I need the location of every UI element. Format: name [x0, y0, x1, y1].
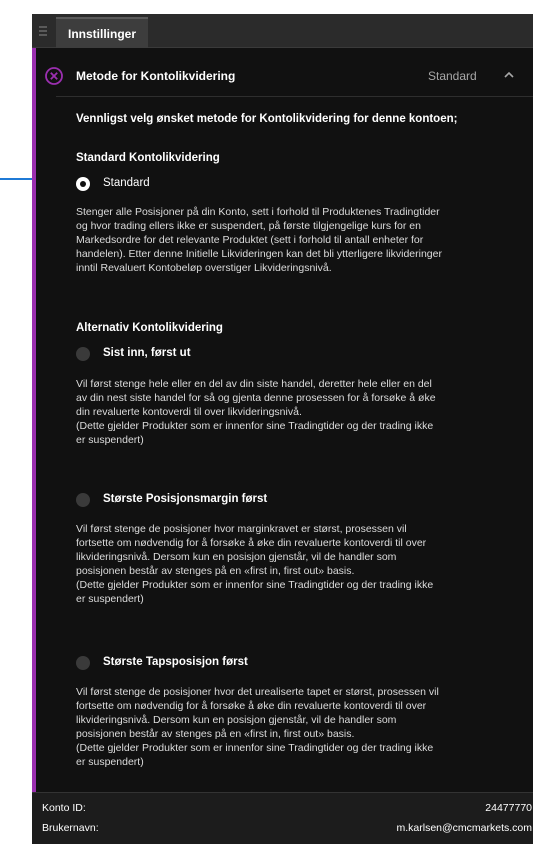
- account-footer: Konto ID: 24477770 Brukernavn: m.karlsen…: [32, 792, 533, 844]
- standard-group-heading: Standard Kontolikvidering: [76, 152, 220, 164]
- radio-standard[interactable]: [76, 177, 90, 191]
- account-id-value: 24477770: [485, 802, 532, 814]
- close-icon[interactable]: [45, 67, 63, 85]
- section-title: Metode for Kontolikvidering: [76, 69, 236, 83]
- alternative-group-heading: Alternativ Kontolikvidering: [76, 322, 223, 334]
- option-label-storste-tapsposisjon[interactable]: Største Tapsposisjon først: [103, 655, 248, 670]
- radio-storste-posisjonsmargin[interactable]: [76, 493, 90, 507]
- account-id-label: Konto ID:: [42, 802, 86, 814]
- divider: [56, 96, 533, 97]
- option-label-storste-posisjonsmargin[interactable]: Største Posisjonsmargin først: [103, 492, 267, 507]
- settings-panel: Metode for Kontolikvidering Standard Ven…: [32, 48, 533, 792]
- username-value: m.karlsen@cmcmarkets.com: [396, 822, 532, 834]
- option-description-storste-posisjonsmargin: Vil først stenge de posisjoner hvor marg…: [76, 523, 434, 605]
- chevron-up-icon[interactable]: [504, 71, 514, 79]
- username-label: Brukernavn:: [42, 822, 99, 834]
- option-description-sist-inn-forst-ut: Vil først stenge hele eller en del av di…: [76, 378, 436, 446]
- tab-settings[interactable]: Innstillinger: [56, 17, 149, 49]
- panel-accent-bar: [32, 48, 36, 792]
- option-label-standard[interactable]: Standard: [103, 176, 150, 191]
- option-description-standard: Stenger alle Posisjoner på din Konto, se…: [76, 206, 442, 274]
- settings-window: Innstillinger Metode for Kontolikviderin…: [32, 14, 533, 844]
- option-label-sist-inn-forst-ut[interactable]: Sist inn, først ut: [103, 346, 191, 361]
- radio-storste-tapsposisjon[interactable]: [76, 656, 90, 670]
- radio-sist-inn-forst-ut[interactable]: [76, 347, 90, 361]
- menu-icon[interactable]: [32, 14, 54, 47]
- option-description-storste-tapsposisjon: Vil først stenge de posisjoner hvor det …: [76, 686, 439, 768]
- section-current-value: Standard: [428, 69, 477, 83]
- section-header[interactable]: Metode for Kontolikvidering Standard: [36, 62, 533, 90]
- top-bar: Innstillinger: [32, 14, 533, 49]
- intro-text: Vennligst velg ønsket metode for Kontoli…: [76, 113, 458, 125]
